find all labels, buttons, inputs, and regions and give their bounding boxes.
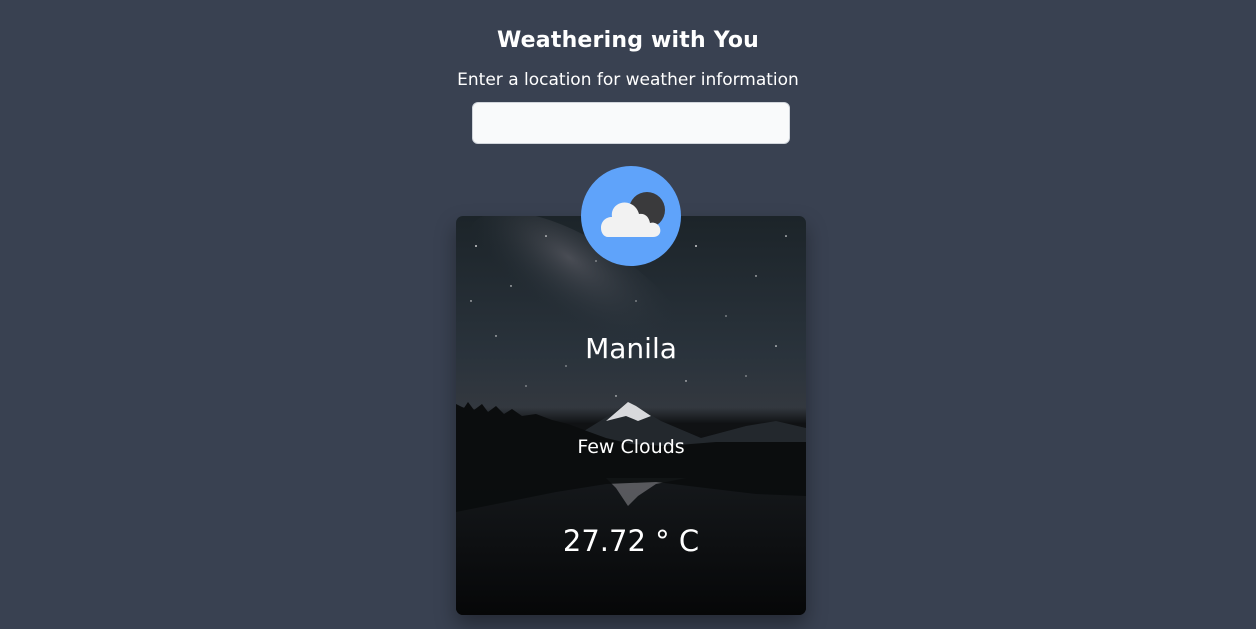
- weather-description: Few Clouds: [577, 436, 685, 458]
- location-search-input[interactable]: [472, 102, 790, 144]
- weather-card: Manila Few Clouds 27.72 ° C: [456, 216, 806, 615]
- city-name: Manila: [585, 332, 677, 365]
- cloud-moon-icon: [601, 192, 665, 237]
- page-title: Weathering with You: [497, 28, 759, 53]
- weather-app: Weathering with You Enter a location for…: [0, 0, 1256, 629]
- temperature: 27.72 ° C: [562, 524, 700, 558]
- weather-icon-badge: [581, 166, 681, 266]
- page-subtitle: Enter a location for weather information: [457, 70, 799, 90]
